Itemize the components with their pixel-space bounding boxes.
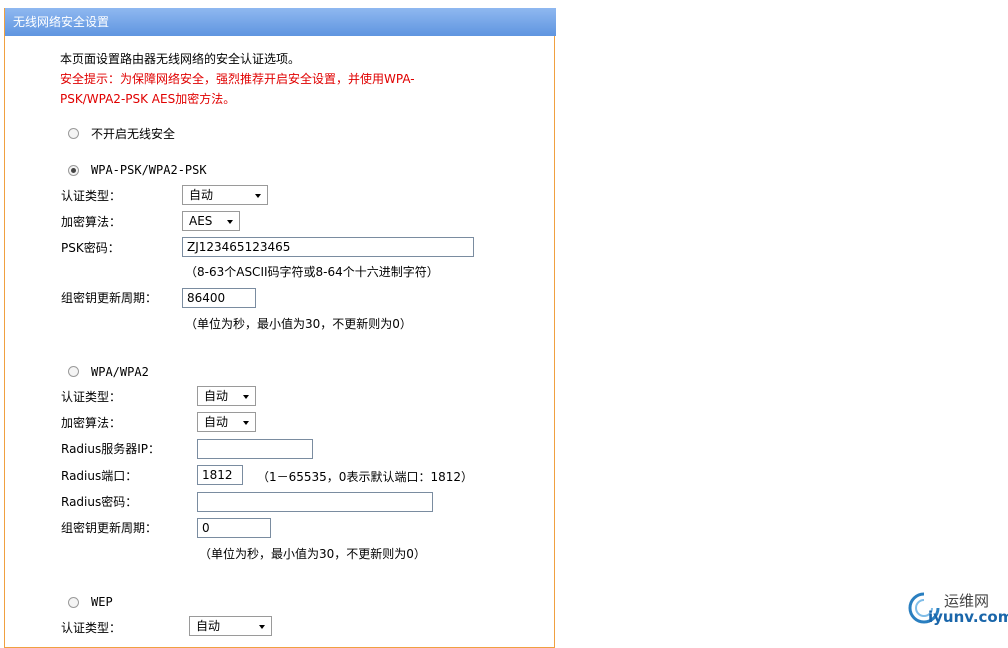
radius-port-label: Radius端口： — [61, 469, 138, 483]
radio-disable-security[interactable] — [68, 128, 79, 139]
psk-group-key-label: 组密钥更新周期： — [61, 291, 158, 305]
radio-wpa-psk-label: WPA-PSK/WPA2-PSK — [91, 163, 207, 177]
watermark-en: iyunv.com — [928, 608, 1008, 626]
psk-group-key-hint: （单位为秒，最小值为30，不更新则为0） — [185, 317, 412, 331]
wpa-group-key-label: 组密钥更新周期： — [61, 521, 158, 535]
psk-encryption-value: AES — [189, 214, 213, 228]
psk-auth-type-value: 自动 — [189, 188, 214, 202]
psk-password-hint: （8-63个ASCII码字符或8-64个十六进制字符） — [185, 265, 439, 279]
radio-wep[interactable] — [68, 597, 79, 608]
watermark-logo: 运维网 iyunv.com — [904, 588, 1008, 628]
radio-wpa[interactable] — [68, 366, 79, 377]
wpa-group-key-hint: （单位为秒，最小值为30，不更新则为0） — [199, 547, 426, 561]
wpa-encryption-select[interactable]: 自动 — [197, 412, 256, 432]
wpa-group-key-input[interactable]: 0 — [197, 518, 271, 538]
page-description: 本页面设置路由器无线网络的安全认证选项。 — [60, 52, 301, 66]
security-warning-line1: 安全提示：为保障网络安全，强烈推荐开启安全设置，并使用WPA- — [60, 72, 415, 86]
radio-wpa-psk[interactable] — [68, 165, 79, 176]
radio-disable-security-label: 不开启无线安全 — [91, 127, 176, 141]
chevron-down-icon — [243, 395, 249, 399]
wep-auth-type-value: 自动 — [196, 619, 221, 633]
psk-password-label: PSK密码： — [61, 241, 120, 255]
radius-password-label: Radius密码： — [61, 495, 138, 509]
wpa-auth-type-value: 自动 — [204, 389, 229, 403]
radius-ip-label: Radius服务器IP： — [61, 442, 161, 456]
radio-wpa-label: WPA/WPA2 — [91, 365, 149, 379]
wpa-encryption-value: 自动 — [204, 415, 229, 429]
page-title: 无线网络安全设置 — [5, 8, 556, 36]
radius-ip-input[interactable] — [197, 439, 313, 459]
psk-group-key-input[interactable]: 86400 — [182, 288, 256, 308]
psk-encryption-select[interactable]: AES — [182, 211, 240, 231]
chevron-down-icon — [255, 194, 261, 198]
security-warning-line2: PSK/WPA2-PSK AES加密方法。 — [60, 92, 236, 106]
wpa-auth-type-label: 认证类型： — [61, 390, 122, 404]
chevron-down-icon — [227, 220, 233, 224]
wpa-auth-type-select[interactable]: 自动 — [197, 386, 256, 406]
radius-password-input[interactable] — [197, 492, 433, 512]
chevron-down-icon — [259, 625, 265, 629]
wep-auth-type-label: 认证类型： — [61, 621, 122, 635]
radio-wep-label: WEP — [91, 595, 113, 609]
wep-auth-type-select[interactable]: 自动 — [189, 616, 272, 636]
radius-port-hint: （1－65535，0表示默认端口：1812） — [257, 470, 473, 484]
psk-auth-type-select[interactable]: 自动 — [182, 185, 268, 205]
radius-port-input[interactable]: 1812 — [197, 465, 243, 485]
psk-auth-type-label: 认证类型： — [61, 189, 122, 203]
chevron-down-icon — [243, 421, 249, 425]
wpa-encryption-label: 加密算法： — [61, 416, 122, 430]
psk-password-input[interactable]: ZJ123465123465 — [182, 237, 474, 257]
psk-encryption-label: 加密算法： — [61, 215, 122, 229]
wireless-security-panel: 无线网络安全设置 本页面设置路由器无线网络的安全认证选项。 安全提示：为保障网络… — [4, 8, 556, 648]
